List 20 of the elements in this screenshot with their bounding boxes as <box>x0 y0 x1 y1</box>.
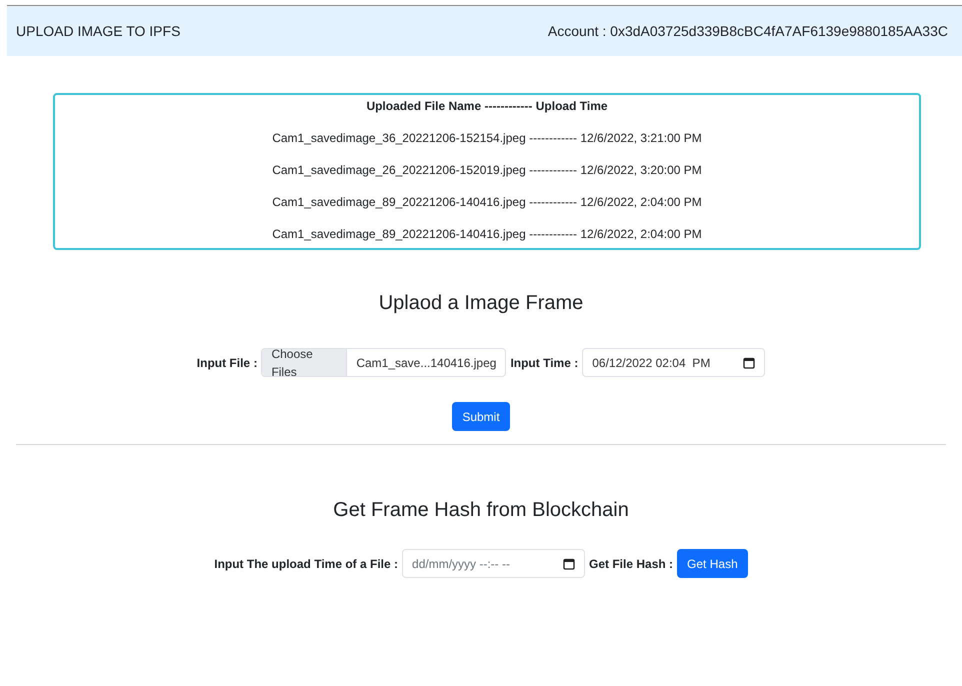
get-hash-button[interactable]: Get Hash <box>677 549 748 578</box>
section-heading: Get Frame Hash from Blockchain <box>333 498 629 523</box>
upload-entry: Cam1_savedimage_26_20221206-152019.jpeg ------------ 12/6/2022, 3:20:00 PM <box>272 162 702 179</box>
field-label: Input The upload Time of a File : <box>214 556 398 572</box>
upload-entry: Cam1_savedimage_89_20221206-140416.jpeg ------------ 12/6/2022, 2:04:00 PM <box>272 226 702 243</box>
field-label: Input Time : <box>510 354 578 372</box>
calendar-icon[interactable] <box>563 558 576 570</box>
submit-button[interactable]: Submit <box>452 402 510 431</box>
file-input[interactable]: Choose Files Cam1_save...140416.jpeg <box>261 348 506 377</box>
upload-entry: Cam1_savedimage_36_20221206-152154.jpeg ------------ 12/6/2022, 3:21:00 PM <box>272 130 702 147</box>
account-address: Account : 0x3dA03725d339B8cBC4fA7AF6139e9880185AA33C <box>548 22 948 40</box>
upload-entry: Cam1_savedimage_89_20221206-140416.jpeg ------------ 12/6/2022, 2:04:00 PM <box>272 194 702 211</box>
datetime-field[interactable]: dd/mm/yyyy --:-- -- <box>402 549 586 578</box>
field-label: Get File Hash : <box>589 556 674 572</box>
datetime-field[interactable]: 06/12/2022 02:04 PM <box>582 348 766 377</box>
calendar-icon[interactable] <box>743 356 756 368</box>
uploads-header: Uploaded File Name ------------ Upload Time <box>366 98 608 115</box>
app-title: UPLOAD IMAGE TO IPFS <box>16 22 180 40</box>
section-heading: Uplaod a Image Frame <box>378 291 584 316</box>
field-label: Input File : <box>196 354 258 372</box>
